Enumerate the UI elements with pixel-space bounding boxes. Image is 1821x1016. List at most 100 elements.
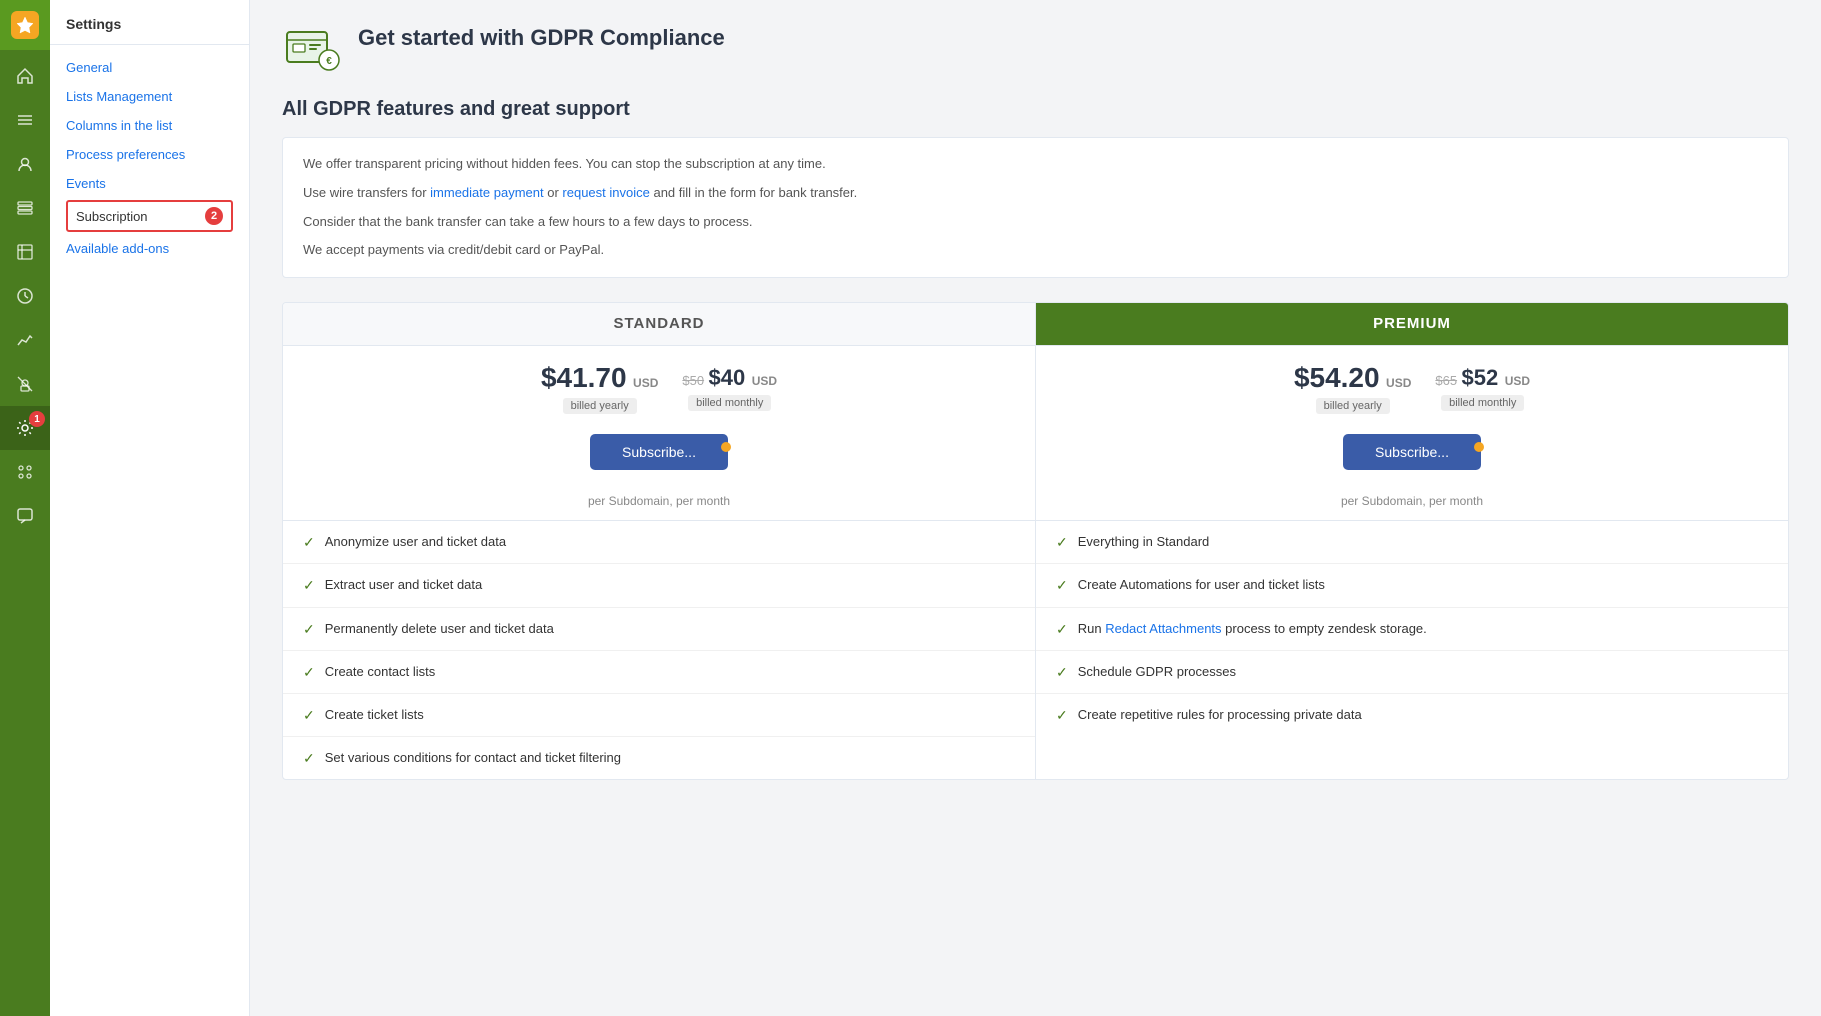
subscribe-dot <box>1474 442 1484 452</box>
standard-subscribe-button[interactable]: Subscribe... <box>590 434 728 470</box>
premium-yearly-billing: billed yearly <box>1316 398 1390 414</box>
check-icon: ✓ <box>303 750 315 767</box>
nav-clock[interactable] <box>0 274 50 318</box>
feature-text: Extract user and ticket data <box>325 576 483 594</box>
check-icon: ✓ <box>303 664 315 681</box>
pricing-container: STANDARD $41.70 USD billed yearly $50 $4… <box>282 302 1789 780</box>
feature-text: Create ticket lists <box>325 706 424 724</box>
premium-price-yearly: $54.20 USD billed yearly <box>1294 362 1411 414</box>
subscription-badge: 2 <box>205 207 223 225</box>
standard-subscribe-row: Subscribe... <box>283 422 1035 486</box>
premium-yearly-currency: USD <box>1386 376 1411 390</box>
standard-feature-4: ✓ Create contact lists <box>283 651 1035 694</box>
check-icon: ✓ <box>1056 707 1068 724</box>
feature-text: Create contact lists <box>325 663 436 681</box>
info-p2: Use wire transfers for immediate payment… <box>303 183 1768 204</box>
info-p1: We offer transparent pricing without hid… <box>303 154 1768 175</box>
info-p3: Consider that the bank transfer can take… <box>303 212 1768 233</box>
standard-label: STANDARD <box>613 315 704 332</box>
premium-feature-4: ✓ Schedule GDPR processes <box>1036 651 1788 694</box>
standard-per-subdomain: per Subdomain, per month <box>283 486 1035 521</box>
standard-plan: STANDARD $41.70 USD billed yearly $50 $4… <box>283 303 1036 779</box>
feature-text: Permanently delete user and ticket data <box>325 620 554 638</box>
sidebar-item-general[interactable]: General <box>50 53 249 82</box>
feature-text: Create Automations for user and ticket l… <box>1078 576 1325 594</box>
nav-analytics[interactable] <box>0 318 50 362</box>
app-logo <box>0 0 50 50</box>
premium-feature-2: ✓ Create Automations for user and ticket… <box>1036 564 1788 607</box>
standard-monthly-currency: USD <box>752 374 777 388</box>
premium-price-monthly: $65 $52 USD billed monthly <box>1435 365 1530 411</box>
premium-plan: PREMIUM $54.20 USD billed yearly $65 $52… <box>1036 303 1788 779</box>
feature-text: Run Redact Attachments process to empty … <box>1078 620 1427 638</box>
sidebar-item-process-preferences[interactable]: Process preferences <box>50 140 249 169</box>
premium-old-price: $65 <box>1435 373 1457 388</box>
check-icon: ✓ <box>303 534 315 551</box>
check-icon: ✓ <box>1056 534 1068 551</box>
standard-feature-5: ✓ Create ticket lists <box>283 694 1035 737</box>
request-invoice-link[interactable]: request invoice <box>562 185 649 200</box>
check-icon: ✓ <box>1056 664 1068 681</box>
settings-badge: 1 <box>29 411 45 427</box>
sidebar-item-events[interactable]: Events <box>50 169 249 198</box>
premium-plan-header: PREMIUM <box>1036 303 1788 346</box>
premium-per-subdomain: per Subdomain, per month <box>1036 486 1788 521</box>
premium-feature-3: ✓ Run Redact Attachments process to empt… <box>1036 608 1788 651</box>
svg-text:€: € <box>326 56 332 67</box>
premium-monthly-currency: USD <box>1505 374 1530 388</box>
nav-contacts[interactable] <box>0 142 50 186</box>
nav-chat[interactable] <box>0 494 50 538</box>
nav-bar: 1 <box>0 0 50 1016</box>
sidebar-item-columns[interactable]: Columns in the list <box>50 111 249 140</box>
immediate-payment-link[interactable]: immediate payment <box>430 185 543 200</box>
check-icon: ✓ <box>303 621 315 638</box>
standard-yearly-amount: $41.70 <box>541 362 627 393</box>
nav-home[interactable] <box>0 54 50 98</box>
premium-yearly-amount: $54.20 <box>1294 362 1380 393</box>
feature-text: Everything in Standard <box>1078 533 1210 551</box>
premium-label: PREMIUM <box>1373 315 1451 332</box>
standard-features: ✓ Anonymize user and ticket data ✓ Extra… <box>283 521 1035 779</box>
premium-feature-1: ✓ Everything in Standard <box>1036 521 1788 564</box>
standard-feature-1: ✓ Anonymize user and ticket data <box>283 521 1035 564</box>
check-icon: ✓ <box>303 707 315 724</box>
nav-reports[interactable] <box>0 230 50 274</box>
standard-price-row: $41.70 USD billed yearly $50 $40 USD bil… <box>283 346 1035 422</box>
premium-subscribe-button[interactable]: Subscribe... <box>1343 434 1481 470</box>
nav-settings[interactable]: 1 <box>0 406 50 450</box>
standard-feature-6: ✓ Set various conditions for contact and… <box>283 737 1035 779</box>
page-title: Get started with GDPR Compliance <box>358 24 725 53</box>
main-content: € Get started with GDPR Compliance All G… <box>250 0 1821 1016</box>
nav-lists[interactable] <box>0 186 50 230</box>
premium-price-row: $54.20 USD billed yearly $65 $52 USD bil… <box>1036 346 1788 422</box>
nav-privacy[interactable] <box>0 362 50 406</box>
check-icon: ✓ <box>1056 621 1068 638</box>
standard-old-price: $50 <box>682 373 704 388</box>
subscribe-dot <box>721 442 731 452</box>
standard-plan-header: STANDARD <box>283 303 1035 346</box>
feature-text: Set various conditions for contact and t… <box>325 749 621 767</box>
logo-icon <box>11 11 39 39</box>
check-icon: ✓ <box>1056 577 1068 594</box>
premium-monthly-billing: billed monthly <box>1441 395 1524 411</box>
premium-monthly-amount: $52 <box>1462 365 1499 390</box>
info-p4: We accept payments via credit/debit card… <box>303 240 1768 261</box>
standard-yearly-currency: USD <box>633 376 658 390</box>
redact-attachments-link[interactable]: Redact Attachments <box>1105 621 1221 636</box>
premium-subscribe-row: Subscribe... <box>1036 422 1788 486</box>
standard-monthly-billing: billed monthly <box>688 395 771 411</box>
gdpr-header-icon: € <box>282 24 342 74</box>
sidebar-item-lists-management[interactable]: Lists Management <box>50 82 249 111</box>
sidebar-title: Settings <box>50 16 249 45</box>
nav-dashboard[interactable] <box>0 98 50 142</box>
settings-sidebar: Settings General Lists Management Column… <box>50 0 250 1016</box>
feature-text: Schedule GDPR processes <box>1078 663 1236 681</box>
info-box: We offer transparent pricing without hid… <box>282 137 1789 278</box>
sidebar-item-subscription[interactable]: Subscription 2 <box>66 200 233 232</box>
nav-apps[interactable] <box>0 450 50 494</box>
sidebar-item-add-ons[interactable]: Available add-ons <box>50 234 249 263</box>
premium-features: ✓ Everything in Standard ✓ Create Automa… <box>1036 521 1788 736</box>
premium-feature-5: ✓ Create repetitive rules for processing… <box>1036 694 1788 736</box>
standard-feature-2: ✓ Extract user and ticket data <box>283 564 1035 607</box>
standard-monthly-amount: $40 <box>709 365 746 390</box>
